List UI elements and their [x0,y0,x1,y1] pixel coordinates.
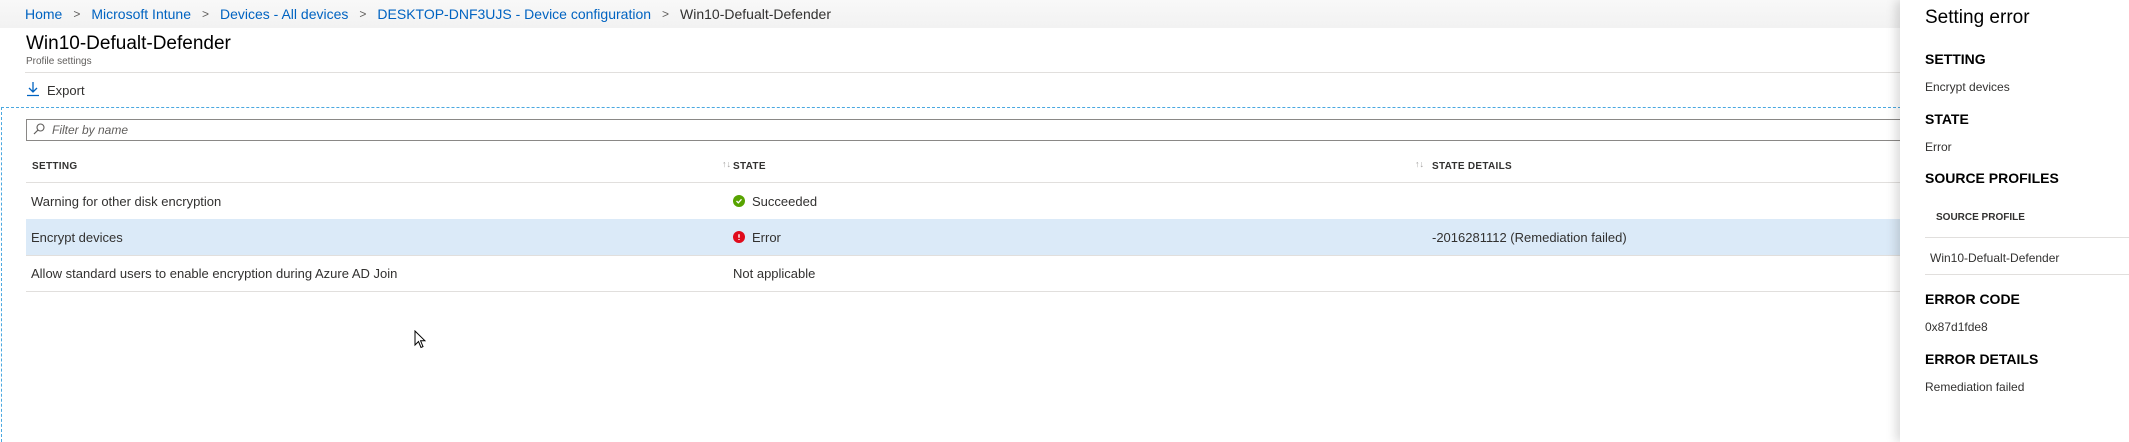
panel-title: Setting error [1925,7,2030,28]
export-label: Export [47,83,85,98]
filter-box[interactable] [26,119,1900,141]
state-text: Not applicable [733,265,816,281]
export-button[interactable]: Export [26,81,85,100]
column-header-state-details[interactable]: STATE DETAILS [1432,150,1512,182]
table-header: SETTING ↑↓ STATE ↑↓ STATE DETAILS [26,150,1900,183]
chevron-right-icon: > [73,7,81,21]
breadcrumb-devices-all-devices[interactable]: Devices - All devices [220,6,348,22]
setting-cell: Allow standard users to enable encryptio… [31,265,398,281]
error-code-label: ERROR CODE [1925,291,2020,307]
error-details-label: ERROR DETAILS [1925,351,2039,367]
state-cell: Succeeded [733,183,817,219]
source-profiles-label: SOURCE PROFILES [1925,170,2059,186]
error-code-value: 0x87d1fde8 [1925,320,1988,334]
setting-error-panel: Setting error SETTING Encrypt devices ST… [1900,0,2129,442]
breadcrumb-home[interactable]: Home [25,6,62,22]
column-header-state[interactable]: STATE [733,150,766,182]
state-cell: Not applicable [733,255,815,291]
breadcrumb-current: Win10-Defualt-Defender [680,6,831,22]
divider [25,72,1900,73]
state-text: Error [752,229,781,245]
state-cell: Error [733,219,781,255]
state-label: STATE [1925,111,1969,127]
table-row[interactable]: Warning for other disk encryption Succee… [26,183,1900,220]
column-header-setting[interactable]: SETTING [32,150,77,182]
table-row[interactable]: Allow standard users to enable encryptio… [26,255,1900,292]
setting-cell: Warning for other disk encryption [31,193,222,209]
divider [1925,274,2129,275]
breadcrumb-device-configuration[interactable]: DESKTOP-DNF3UJS - Device configuration [377,6,651,22]
chevron-right-icon: > [662,7,670,21]
table-row[interactable]: Encrypt devices Error -2016281112 (Remed… [26,219,1900,256]
source-profile-value[interactable]: Win10-Defualt-Defender [1930,251,2059,265]
page-subtitle: Profile settings [26,56,92,67]
download-icon [26,81,40,100]
filter-input[interactable] [50,122,1754,138]
chevron-right-icon: > [201,7,209,21]
error-circle-icon [733,231,745,243]
sort-icon[interactable]: ↑↓ [1415,159,1424,169]
state-details-cell: -2016281112 (Remediation failed) [1432,229,1627,245]
sort-icon[interactable]: ↑↓ [722,159,731,169]
source-profile-header: SOURCE PROFILE [1936,212,2025,223]
breadcrumb: Home > Microsoft Intune > Devices - All … [0,0,1900,28]
breadcrumb-microsoft-intune[interactable]: Microsoft Intune [91,6,191,22]
setting-cell: Encrypt devices [31,229,123,245]
mouse-cursor-icon [414,329,427,354]
setting-value: Encrypt devices [1925,80,2010,94]
state-value: Error [1925,140,1952,154]
page-title: Win10-Defualt-Defender [26,33,231,54]
search-icon [33,122,45,138]
setting-label: SETTING [1925,51,1986,67]
chevron-right-icon: > [359,7,367,21]
divider [1925,237,2129,238]
error-details-value: Remediation failed [1925,380,2025,394]
state-text: Succeeded [752,193,818,209]
check-circle-icon [733,195,745,207]
